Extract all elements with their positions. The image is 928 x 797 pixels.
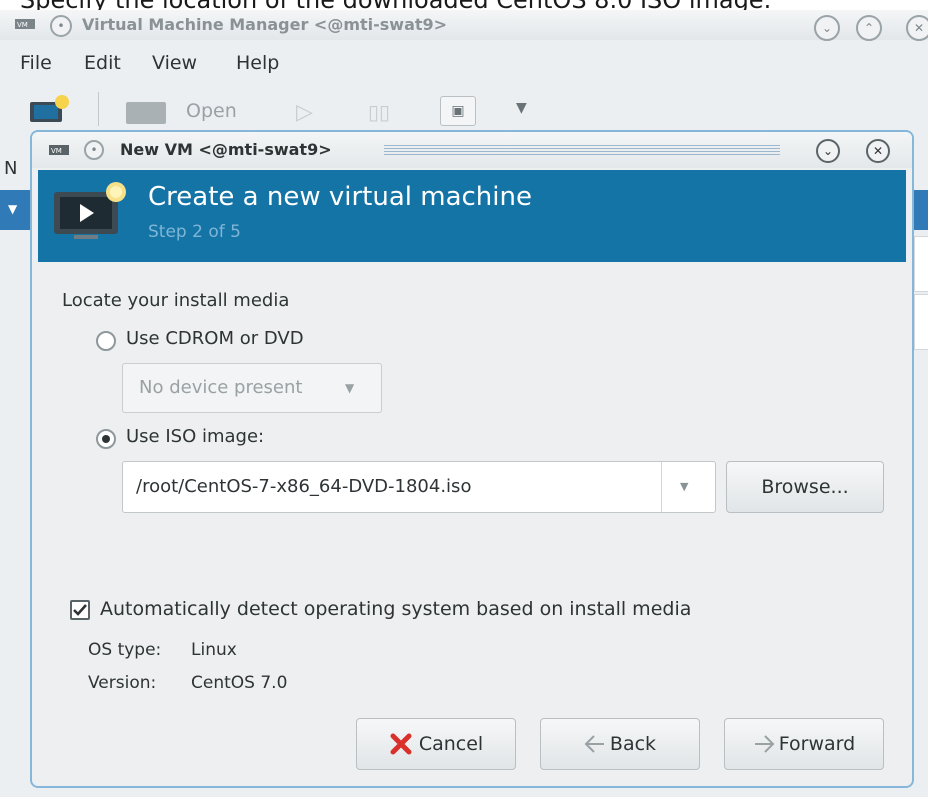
cdrom-device-select: No device present ▼ xyxy=(122,363,382,413)
main-list-row xyxy=(914,294,928,350)
browse-button[interactable]: Browse... xyxy=(726,461,884,513)
toolbar-separator xyxy=(98,92,99,126)
cdrom-radio[interactable] xyxy=(96,331,116,351)
iso-radio[interactable] xyxy=(96,429,116,449)
forward-arrow-icon xyxy=(754,735,775,753)
dialog-app-icon: VM xyxy=(48,142,70,158)
menu-edit[interactable]: Edit xyxy=(84,52,121,74)
os-type-label: OS type: xyxy=(88,640,162,660)
titlebar-grip xyxy=(384,145,780,155)
os-type-value: Linux xyxy=(191,640,237,660)
back-label: Back xyxy=(609,733,657,755)
vmm-app-icon: VM xyxy=(14,16,36,32)
forward-label: Forward xyxy=(778,733,856,755)
version-label: Version: xyxy=(88,673,157,693)
iso-path-input[interactable]: /root/CentOS-7-x86_64-DVD-1804.iso xyxy=(136,476,471,497)
combo-separator xyxy=(661,462,662,512)
install-media-label: Locate your install media xyxy=(62,290,290,311)
new-vm-header-icon xyxy=(48,180,132,244)
close-main-icon[interactable]: ✕ xyxy=(906,15,928,41)
run-icon[interactable]: ▷ xyxy=(296,100,313,125)
main-list-header-letter: N xyxy=(4,158,18,179)
checkmark-icon xyxy=(73,604,87,616)
dialog-minimize-icon[interactable]: ⌄ xyxy=(816,139,840,163)
svg-text:VM: VM xyxy=(51,147,62,155)
back-button[interactable]: Back xyxy=(540,718,700,770)
maximize-icon[interactable]: ⌃ xyxy=(856,15,882,41)
cancel-x-icon xyxy=(390,733,412,755)
pause-icon[interactable]: ▯▯ xyxy=(368,100,390,124)
minimize-icon[interactable]: ⌄ xyxy=(814,15,840,41)
menu-help[interactable]: Help xyxy=(236,52,279,74)
cancel-label: Cancel xyxy=(418,733,484,755)
forward-button[interactable]: Forward xyxy=(724,718,884,770)
chevron-down-icon: ▼ xyxy=(345,381,355,395)
collapse-arrow-icon: ▼ xyxy=(8,202,18,216)
cdrom-radio-label[interactable]: Use CDROM or DVD xyxy=(126,328,304,349)
wizard-title: Create a new virtual machine xyxy=(148,182,532,212)
main-window-title: Virtual Machine Manager <@mti-swat9> xyxy=(82,15,448,34)
dialog-title: New VM <@mti-swat9> xyxy=(120,140,332,159)
auto-detect-checkbox[interactable] xyxy=(70,600,90,620)
shutdown-dropdown-icon[interactable]: ▼ xyxy=(516,100,527,116)
dialog-menu-icon[interactable]: • xyxy=(84,140,104,160)
window-menu-icon[interactable]: • xyxy=(50,15,72,37)
shutdown-icon[interactable]: ▣ xyxy=(440,96,476,126)
cancel-button[interactable]: Cancel xyxy=(356,718,516,770)
iso-radio-label[interactable]: Use ISO image: xyxy=(126,426,264,447)
open-label[interactable]: Open xyxy=(186,100,237,122)
menu-file[interactable]: File xyxy=(20,52,52,74)
svg-text:VM: VM xyxy=(17,21,28,29)
auto-detect-label[interactable]: Automatically detect operating system ba… xyxy=(100,598,691,620)
menu-view[interactable]: View xyxy=(152,52,197,74)
main-list-row xyxy=(914,236,928,292)
cdrom-device-value: No device present xyxy=(139,377,303,398)
dialog-close-icon[interactable]: ✕ xyxy=(866,139,890,163)
open-console-icon[interactable] xyxy=(124,100,170,126)
version-value: CentOS 7.0 xyxy=(191,673,288,693)
main-list-selection-right xyxy=(912,190,928,230)
iso-dropdown-icon[interactable]: ▼ xyxy=(680,480,688,493)
wizard-step: Step 2 of 5 xyxy=(148,222,241,242)
new-vm-toolbar-icon[interactable] xyxy=(26,94,72,128)
back-arrow-icon xyxy=(584,735,604,753)
